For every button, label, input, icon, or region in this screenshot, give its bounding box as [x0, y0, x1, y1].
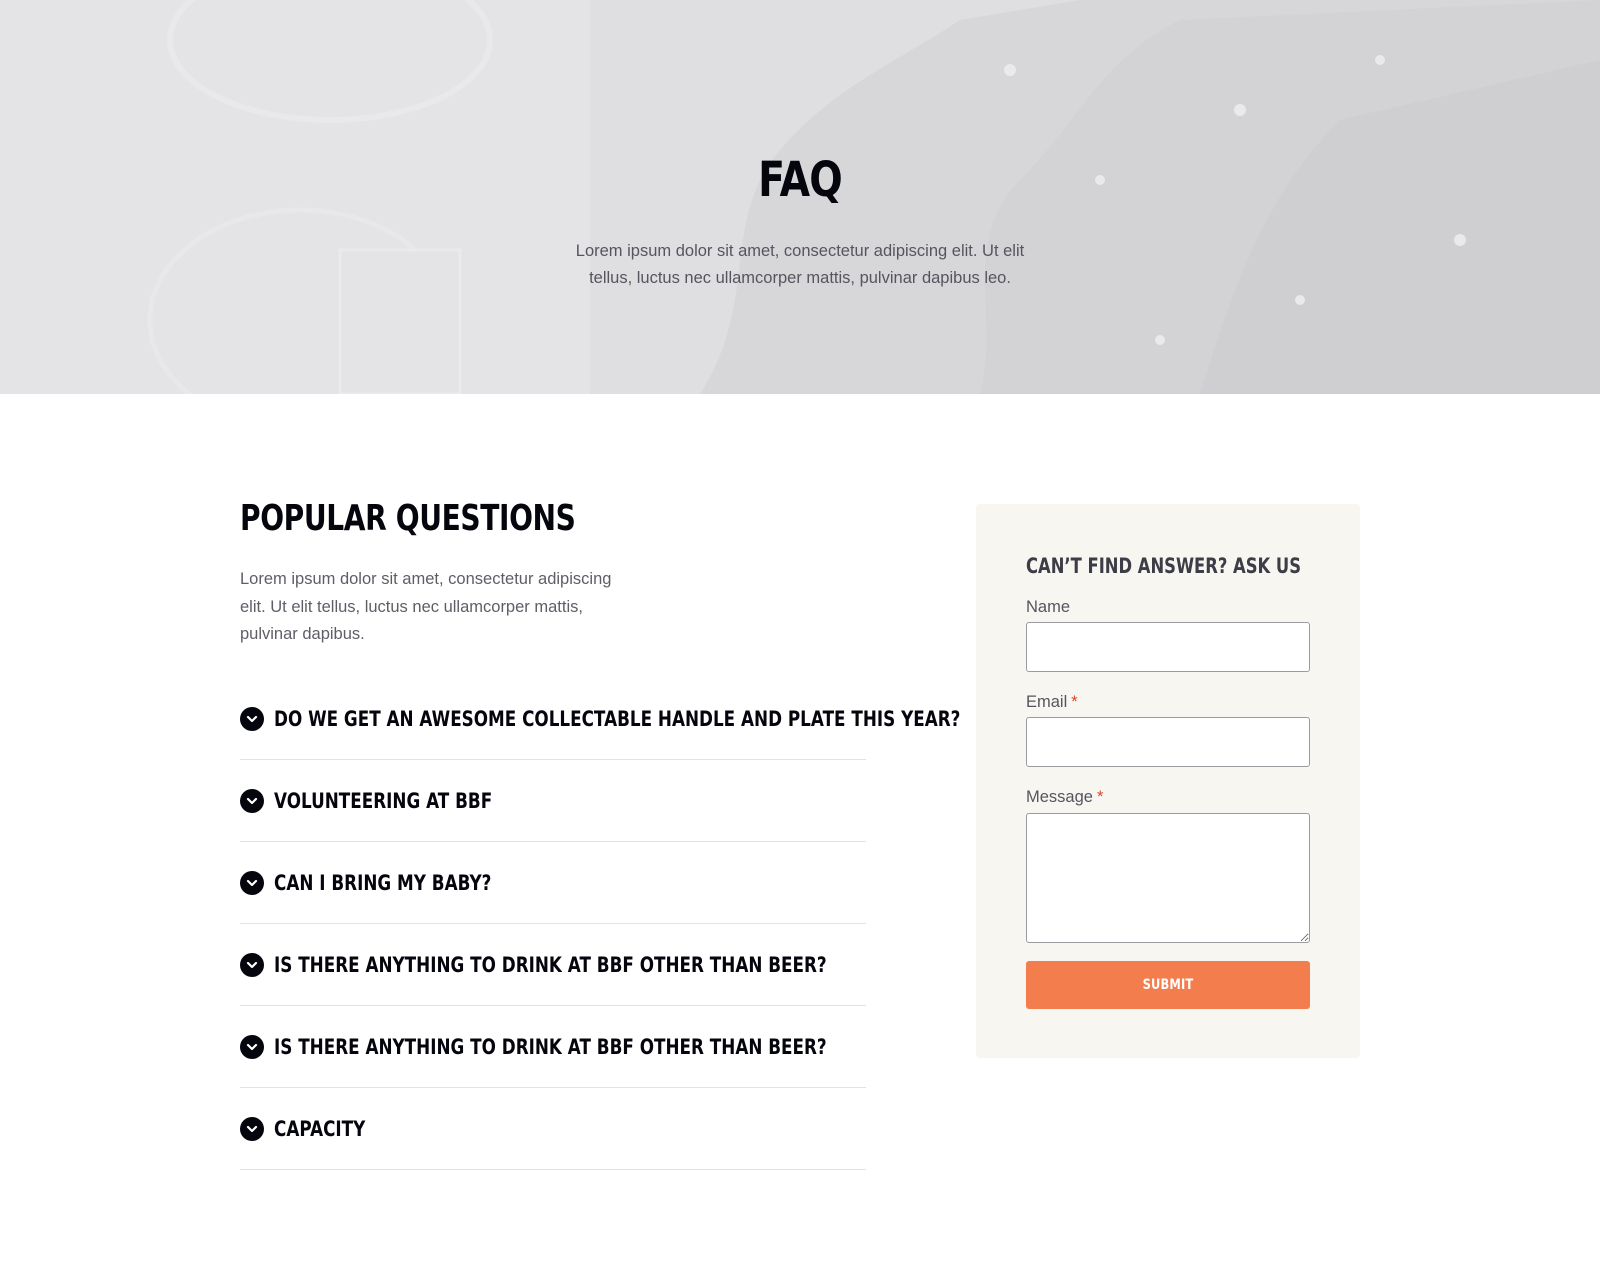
required-marker: * — [1096, 788, 1104, 806]
form-title: Can’t find answer? Ask us — [1026, 554, 1302, 578]
faq-question: Can I bring my baby? — [274, 870, 492, 895]
submit-button-label: Submit — [1142, 977, 1194, 993]
message-field[interactable] — [1026, 813, 1310, 943]
faq-item[interactable]: Is there anything to drink at BBF other … — [240, 1006, 866, 1088]
page-title: FAQ — [758, 152, 843, 208]
chevron-down-icon — [240, 788, 264, 813]
chevron-down-icon — [240, 1116, 264, 1141]
hero-banner: FAQ Lorem ipsum dolor sit amet, consecte… — [0, 0, 1600, 394]
email-field[interactable] — [1026, 717, 1310, 767]
message-label-text: Message — [1026, 788, 1093, 806]
chevron-down-icon — [240, 706, 264, 731]
faq-item[interactable]: Capacity — [240, 1088, 866, 1170]
name-label: Name — [1026, 598, 1070, 617]
popular-questions-heading: Popular Questions — [240, 498, 576, 539]
chevron-down-icon — [240, 870, 264, 895]
ask-us-form: Can’t find answer? Ask us Name Email * Me… — [976, 504, 1360, 1058]
faq-question: Volunteering at BBF — [274, 788, 493, 813]
faq-question: Capacity — [274, 1116, 366, 1141]
faq-question: Is there anything to drink at BBF other … — [274, 952, 827, 977]
faq-item[interactable]: Do we get an awesome collectable handle … — [240, 678, 960, 760]
hero-subtitle: Lorem ipsum dolor sit amet, consectetur … — [575, 242, 1025, 287]
email-label-text: Email — [1026, 693, 1068, 711]
faq-accordion: Do we get an awesome collectable handle … — [240, 678, 960, 1170]
message-label: Message * — [1026, 788, 1103, 807]
name-field[interactable] — [1026, 622, 1310, 672]
chevron-down-icon — [240, 1034, 264, 1059]
faq-item[interactable]: Can I bring my baby? — [240, 842, 866, 924]
faq-question: Is there anything to drink at BBF other … — [274, 1034, 827, 1059]
faq-item[interactable]: Is there anything to drink at BBF other … — [240, 924, 866, 1006]
email-label: Email * — [1026, 693, 1078, 712]
chevron-down-icon — [240, 952, 264, 977]
popular-questions-description: Lorem ipsum dolor sit amet, consectetur … — [240, 570, 612, 643]
faq-item[interactable]: Volunteering at BBF — [240, 760, 866, 842]
faq-question: Do we get an awesome collectable handle … — [274, 706, 961, 731]
required-marker: * — [1071, 693, 1078, 711]
name-label-text: Name — [1026, 598, 1071, 616]
submit-button[interactable]: Submit — [1026, 961, 1310, 1009]
